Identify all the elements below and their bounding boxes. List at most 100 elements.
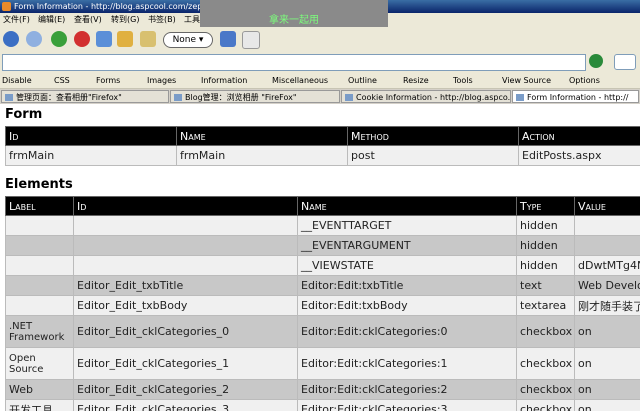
column-header-name: Name [176, 126, 348, 146]
cell-value: on [574, 399, 640, 411]
table-row: 开发工具 Editor_Edit_cklCategories_3 Editor:… [5, 399, 640, 411]
cell-label [5, 255, 74, 276]
search-box[interactable] [614, 54, 636, 70]
page-icon[interactable] [242, 31, 260, 49]
cell-type: checkbox [516, 399, 575, 411]
extension-icon[interactable] [140, 31, 156, 47]
cell-label [5, 235, 74, 256]
table-row: __EVENTARGUMENT hidden [5, 235, 640, 256]
tab-form-information[interactable]: Form Information - http:// [512, 90, 639, 103]
menu-file[interactable]: 文件(F) [3, 13, 30, 27]
cell-type: textarea [516, 295, 575, 316]
webdev-tools[interactable]: Tools [453, 73, 473, 88]
menu-tools[interactable]: 工具 [184, 13, 200, 27]
cell-label: 开发工具 [5, 399, 74, 411]
webdev-images[interactable]: Images [147, 73, 176, 88]
none-dropdown[interactable]: None ▾ [163, 32, 213, 48]
column-header-method: Method [347, 126, 519, 146]
cell-value: on [574, 347, 640, 380]
webdev-disable[interactable]: Disable [2, 73, 32, 88]
stop-icon[interactable] [74, 31, 90, 47]
cell-value: on [574, 379, 640, 400]
webdev-options[interactable]: Options [569, 73, 600, 88]
home-icon[interactable] [96, 31, 112, 47]
cell-name: __EVENTTARGET [297, 215, 517, 236]
cell-id: frmMain [5, 145, 177, 166]
form-heading: Form [5, 107, 43, 122]
cell-name: Editor:Edit:cklCategories:3 [297, 399, 517, 411]
menu-bookmarks[interactable]: 书签(B) [148, 13, 176, 27]
table-row: .NET Framework Editor_Edit_cklCategories… [5, 315, 640, 348]
cell-id: Editor_Edit_txbBody [73, 295, 298, 316]
webdev-resize[interactable]: Resize [403, 73, 429, 88]
cell-value [574, 215, 640, 236]
webdev-view-source[interactable]: View Source [502, 73, 551, 88]
go-icon[interactable] [589, 54, 603, 68]
upload-icon[interactable] [220, 31, 236, 47]
cell-type: hidden [516, 255, 575, 276]
menu-view[interactable]: 查看(V) [74, 13, 102, 27]
column-header-action: Action [518, 126, 640, 146]
tab-strip: 管理页面：查看相册"Firefox" Blog管理：浏览相册 "FireFox"… [0, 89, 640, 104]
cell-type: hidden [516, 215, 575, 236]
overlay-text: 拿来一起用 [269, 15, 319, 26]
menu-go[interactable]: 转到(G) [111, 13, 139, 27]
forward-icon[interactable] [26, 31, 42, 47]
cell-name: __VIEWSTATE [297, 255, 517, 276]
column-header-value: Value [574, 196, 640, 216]
tab-admin-album[interactable]: 管理页面：查看相册"Firefox" [1, 90, 169, 103]
tab-label: 管理页面：查看相册"Firefox" [16, 93, 122, 102]
column-header-id: Id [5, 126, 177, 146]
cell-id [73, 215, 298, 236]
webdev-miscellaneous[interactable]: Miscellaneous [272, 73, 328, 88]
table-row: __EVENTTARGET hidden [5, 215, 640, 236]
cell-name: Editor:Edit:txbTitle [297, 275, 517, 296]
webdev-css[interactable]: CSS [54, 73, 70, 88]
back-icon[interactable] [3, 31, 19, 47]
cell-id: Editor_Edit_cklCategories_2 [73, 379, 298, 400]
navigation-toolbar: None ▾ [0, 27, 640, 53]
column-header-name: Name [297, 196, 517, 216]
cell-label [5, 295, 74, 316]
page-icon [174, 94, 182, 101]
tab-blog-admin[interactable]: Blog管理：浏览相册 "FireFox" [170, 90, 340, 103]
cell-label [5, 275, 74, 296]
elements-heading: Elements [5, 177, 73, 192]
bookmark-icon[interactable] [117, 31, 133, 47]
cell-id: Editor_Edit_cklCategories_1 [73, 347, 298, 380]
cell-action: EditPosts.aspx [518, 145, 640, 166]
tab-cookie-information[interactable]: Cookie Information - http://blog.aspco..… [341, 90, 511, 103]
cell-name: Editor:Edit:cklCategories:0 [297, 315, 517, 348]
firefox-icon [2, 2, 11, 11]
table-row: frmMain frmMain post EditPosts.aspx [5, 145, 640, 166]
menu-edit[interactable]: 编辑(E) [38, 13, 65, 27]
form-table: Id Name Method Action frmMain frmMain po… [5, 126, 640, 166]
table-row: Open Source Editor_Edit_cklCategories_1 … [5, 347, 640, 380]
cell-name: frmMain [176, 145, 348, 166]
webdev-forms[interactable]: Forms [96, 73, 120, 88]
cell-type: hidden [516, 235, 575, 256]
cell-type: checkbox [516, 379, 575, 400]
page-icon [5, 94, 13, 101]
url-input[interactable] [2, 54, 586, 71]
cell-value: Web Develo [574, 275, 640, 296]
url-row [0, 52, 640, 73]
cell-name: Editor:Edit:txbBody [297, 295, 517, 316]
tab-label: Blog管理：浏览相册 "FireFox" [185, 93, 297, 102]
cell-id: Editor_Edit_cklCategories_0 [73, 315, 298, 348]
web-developer-toolbar: Disable CSS Forms Images Information Mis… [0, 73, 640, 89]
cell-id [73, 255, 298, 276]
page-content: Form Id Name Method Action frmMain frmMa… [0, 104, 640, 411]
cell-value: dDwtMTg4N [574, 255, 640, 276]
tab-label: Cookie Information - http://blog.aspco..… [356, 93, 511, 102]
table-row: Web Editor_Edit_cklCategories_2 Editor:E… [5, 379, 640, 400]
cell-value: on [574, 315, 640, 348]
webdev-outline[interactable]: Outline [348, 73, 377, 88]
tab-label: Form Information - http:// [527, 93, 629, 102]
page-icon [345, 94, 353, 101]
reload-icon[interactable] [51, 31, 67, 47]
cell-value [574, 235, 640, 256]
cell-name: __EVENTARGUMENT [297, 235, 517, 256]
column-header-label: Label [5, 196, 74, 216]
webdev-information[interactable]: Information [201, 73, 247, 88]
